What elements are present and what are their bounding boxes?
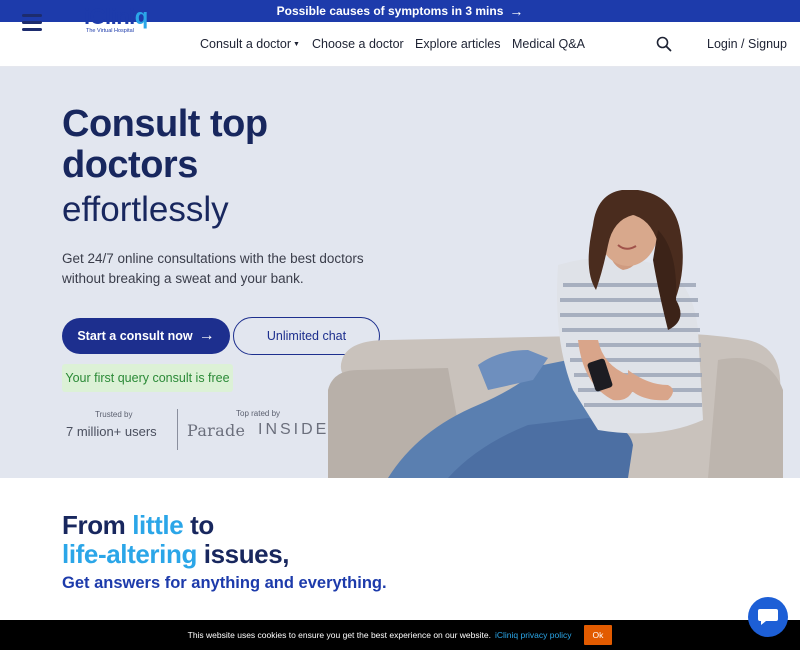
logo-text: iClini: [84, 4, 135, 29]
section-title-highlight: life-altering: [62, 539, 197, 569]
arrow-right-icon: →: [198, 327, 215, 344]
login-signup-link[interactable]: Login / Signup: [707, 37, 787, 51]
nav-consult-a-doctor[interactable]: Consult a doctor ▼: [200, 37, 300, 51]
caret-down-icon: ▼: [293, 41, 300, 48]
section-title-highlight: little: [132, 510, 184, 540]
chat-bubble-icon: [758, 609, 778, 625]
hamburger-menu-icon[interactable]: [22, 14, 42, 31]
parade-logo: Parade: [187, 421, 246, 440]
section-subtitle: Get answers for anything and everything.: [62, 574, 387, 592]
section-title-text: From: [62, 510, 133, 540]
free-consult-note: Your first query consult is free: [62, 364, 233, 392]
section-title-line1: From little to: [62, 511, 214, 540]
hero-title-line3: effortlessly: [62, 190, 229, 229]
start-consult-label: Start a consult now: [77, 329, 193, 343]
nav-item-label: Consult a doctor: [200, 37, 292, 51]
cookie-ok-button[interactable]: Ok: [583, 625, 613, 645]
nav-choose-a-doctor[interactable]: Choose a doctor: [312, 37, 404, 51]
cookie-banner: This website uses cookies to ensure you …: [0, 620, 800, 650]
section-title-line2: life-altering issues,: [62, 539, 290, 569]
privacy-policy-link[interactable]: iCliniq privacy policy: [495, 630, 572, 640]
trusted-by-label: Trusted by: [95, 410, 133, 419]
section-title-text: issues,: [196, 539, 290, 569]
logo[interactable]: iCliniq The Virtual Hospital: [84, 5, 154, 43]
divider: [177, 409, 178, 450]
promo-banner-text[interactable]: Possible causes of symptoms in 3 mins: [277, 4, 504, 18]
nav-medical-qa[interactable]: Medical Q&A: [512, 37, 585, 51]
chat-widget-button[interactable]: [748, 597, 788, 637]
hero-woman-on-couch-image: [328, 190, 783, 478]
cookie-text: This website uses cookies to ensure you …: [187, 630, 491, 640]
top-rated-label: Top rated by: [236, 409, 281, 418]
search-icon[interactable]: [656, 36, 672, 52]
hero-title-line2: doctors: [62, 144, 198, 186]
arrow-right-icon: →: [509, 3, 524, 19]
nav-explore-articles[interactable]: Explore articles: [415, 37, 500, 51]
logo-q: q: [134, 4, 148, 29]
start-consult-button[interactable]: Start a consult now →: [62, 318, 230, 354]
hero-title-line1: Consult top: [62, 103, 268, 145]
trusted-by-value: 7 million+ users: [66, 424, 157, 439]
section-title-text: to: [183, 510, 214, 540]
